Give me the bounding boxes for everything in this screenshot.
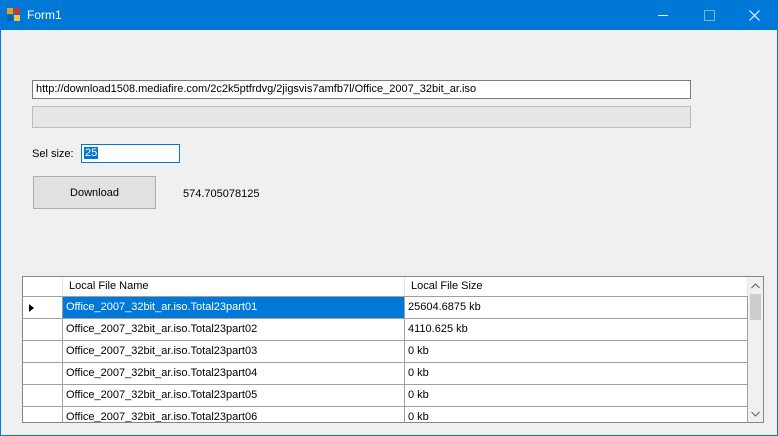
url-input[interactable]: http://download1508.mediafire.com/2c2k5p… [32, 80, 691, 99]
cell-local-file-size[interactable]: 0 kb [405, 341, 748, 363]
table-row[interactable]: Office_2007_32bit_ar.iso.Total23part03 0 … [23, 341, 748, 363]
close-icon [748, 10, 760, 21]
grid-rows: Office_2007_32bit_ar.iso.Total23part01 25… [23, 297, 748, 422]
table-row[interactable]: Office_2007_32bit_ar.iso.Total23part05 0 … [23, 385, 748, 407]
cell-local-file-size[interactable]: 0 kb [405, 385, 748, 407]
table-row[interactable]: Office_2007_32bit_ar.iso.Total23part04 0 … [23, 363, 748, 385]
column-header-local-file-size[interactable]: Local File Size [405, 277, 748, 296]
minimize-button[interactable] [640, 1, 686, 30]
row-header[interactable] [23, 363, 63, 385]
cell-local-file-name[interactable]: Office_2007_32bit_ar.iso.Total23part02 [63, 319, 405, 341]
scroll-thumb[interactable] [750, 294, 761, 320]
maximize-icon [703, 10, 715, 21]
column-header-local-file-name[interactable]: Local File Name [63, 277, 405, 296]
cell-local-file-name[interactable]: Office_2007_32bit_ar.iso.Total23part05 [63, 385, 405, 407]
scroll-down-button[interactable] [748, 405, 763, 422]
download-button[interactable]: Download [33, 176, 156, 209]
chevron-up-icon [751, 282, 760, 288]
table-row[interactable]: Office_2007_32bit_ar.iso.Total23part02 41… [23, 319, 748, 341]
minimize-icon [658, 15, 668, 16]
close-button[interactable] [731, 1, 777, 30]
cell-local-file-name[interactable]: Office_2007_32bit_ar.iso.Total23part04 [63, 363, 405, 385]
cell-local-file-name[interactable]: Office_2007_32bit_ar.iso.Total23part01 [63, 297, 405, 319]
table-row[interactable]: Office_2007_32bit_ar.iso.Total23part01 25… [23, 297, 748, 319]
vertical-scrollbar[interactable] [748, 277, 763, 422]
winforms-app-icon[interactable] [7, 8, 21, 22]
maximize-button[interactable] [686, 1, 732, 30]
scroll-up-button[interactable] [748, 277, 763, 294]
row-header[interactable] [23, 385, 63, 407]
sel-size-input[interactable]: 25 [81, 144, 180, 163]
table-row[interactable]: Office_2007_32bit_ar.iso.Total23part06 0 … [23, 407, 748, 422]
cell-local-file-size[interactable]: 0 kb [405, 407, 748, 422]
cell-local-file-name[interactable]: Office_2007_32bit_ar.iso.Total23part06 [63, 407, 405, 422]
row-header[interactable] [23, 407, 63, 422]
title-bar[interactable]: Form1 [1, 1, 777, 30]
cell-local-file-size[interactable]: 25604.6875 kb [405, 297, 748, 319]
sel-size-value: 25 [84, 147, 99, 159]
current-row-arrow-icon [29, 304, 34, 312]
cell-local-file-size[interactable]: 4110.625 kb [405, 319, 748, 341]
chevron-down-icon [751, 411, 760, 417]
row-header[interactable] [23, 341, 63, 363]
sel-size-label: Sel size: [32, 148, 74, 160]
cell-local-file-size[interactable]: 0 kb [405, 363, 748, 385]
grid-header: Local File Name Local File Size [23, 277, 748, 297]
row-header[interactable] [23, 319, 63, 341]
row-header[interactable] [23, 297, 63, 319]
files-grid[interactable]: Local File Name Local File Size Office_2… [22, 276, 764, 423]
window-title: Form1 [27, 8, 62, 22]
total-size-value: 574.705078125 [183, 188, 260, 200]
cell-local-file-name[interactable]: Office_2007_32bit_ar.iso.Total23part03 [63, 341, 405, 363]
main-window: Form1 http://download1508.mediafire.com/… [0, 0, 778, 436]
grid-corner-header[interactable] [23, 277, 63, 296]
download-progress-bar [32, 106, 691, 128]
